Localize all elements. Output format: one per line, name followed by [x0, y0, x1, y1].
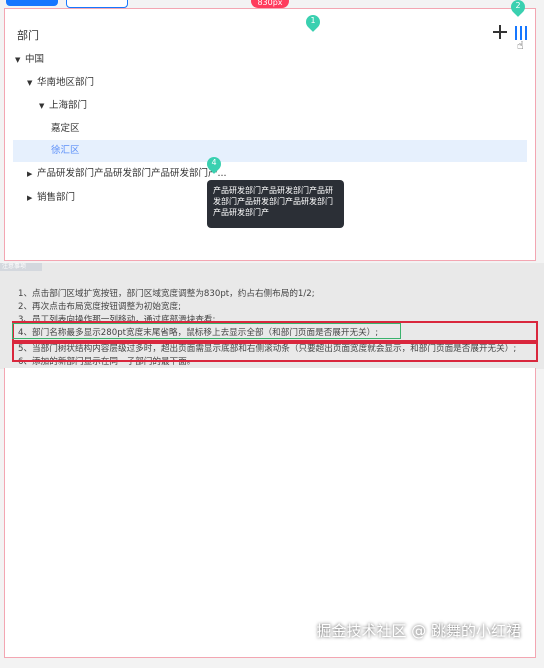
- highlight-box-green: [12, 323, 401, 339]
- top-toolbar: 830px: [0, 0, 544, 8]
- content-panel: 掘金技术社区 @ 跳舞的小红裙: [4, 368, 536, 658]
- tooltip-line: 产品研发部门产: [213, 208, 269, 217]
- caret-right-icon[interactable]: ▶: [27, 163, 37, 185]
- pointer-cursor-icon: ☝: [517, 39, 524, 52]
- watermark: 掘金技术社区 @ 跳舞的小红裙: [316, 622, 521, 640]
- tree-node-label: 中国: [25, 54, 45, 65]
- column-expand-icon[interactable]: [514, 26, 528, 40]
- bottom-strip: [0, 658, 544, 668]
- note-line-2: 2、再次点击布局宽度按钮调整为初始宽度;: [18, 302, 182, 312]
- annotation-marker-2: 2: [508, 0, 528, 18]
- department-name-tooltip: 产品研发部门产品研发部门产品研 发部门产品研发部门产品研发部门 产品研发部门产: [207, 180, 344, 228]
- tree-node-label: 嘉定区: [51, 123, 80, 134]
- width-badge: 830px: [251, 0, 289, 8]
- tree-node-sales[interactable]: ▶ 销售部门: [27, 187, 75, 209]
- panel-title: 部门: [17, 29, 39, 42]
- primary-button[interactable]: [6, 0, 58, 6]
- secondary-button[interactable]: [66, 0, 128, 8]
- caret-right-icon[interactable]: ▶: [27, 187, 37, 209]
- tree-node-root[interactable]: ▼ 中国: [15, 49, 44, 71]
- tree-node-south[interactable]: ▼ 华南地区部门: [27, 72, 94, 94]
- tree-node-label: 华南地区部门: [37, 77, 95, 88]
- plus-icon[interactable]: [492, 24, 508, 40]
- tooltip-line: 发部门产品研发部门产品研发部门: [213, 197, 333, 206]
- annotation-marker-1: 1: [303, 12, 323, 33]
- tooltip-line: 产品研发部门产品研发部门产品研: [213, 186, 333, 195]
- highlight-box-red: [12, 342, 538, 362]
- tree-node-jiading[interactable]: 嘉定区: [51, 118, 80, 140]
- caret-down-icon[interactable]: ▼: [39, 95, 49, 117]
- tree-node-shanghai[interactable]: ▼ 上海部门: [39, 95, 87, 117]
- tree-node-product[interactable]: ▶ 产品研发部门产品研发部门产品研发部门产...: [27, 163, 227, 185]
- caret-down-icon[interactable]: ▼: [27, 72, 37, 94]
- tree-node-label: 上海部门: [49, 100, 88, 111]
- tree-node-label: 徐汇区: [51, 145, 80, 156]
- annotation-marker-4: 4: [204, 154, 224, 175]
- tree-node-label: 产品研发部门产品研发部门产品研发部门产...: [37, 168, 227, 179]
- notes-panel: 注意事项 1、点击部门区域扩宽按钮，部门区域宽度调整为830pt，约占右侧布局的…: [0, 263, 544, 369]
- notes-tab: 注意事项: [0, 263, 42, 271]
- note-line-1: 1、点击部门区域扩宽按钮，部门区域宽度调整为830pt，约占右侧布局的1/2;: [18, 289, 315, 299]
- caret-down-icon[interactable]: ▼: [15, 49, 25, 71]
- tree-node-label: 销售部门: [37, 192, 76, 203]
- tree-node-xuhui[interactable]: 徐汇区: [13, 140, 527, 162]
